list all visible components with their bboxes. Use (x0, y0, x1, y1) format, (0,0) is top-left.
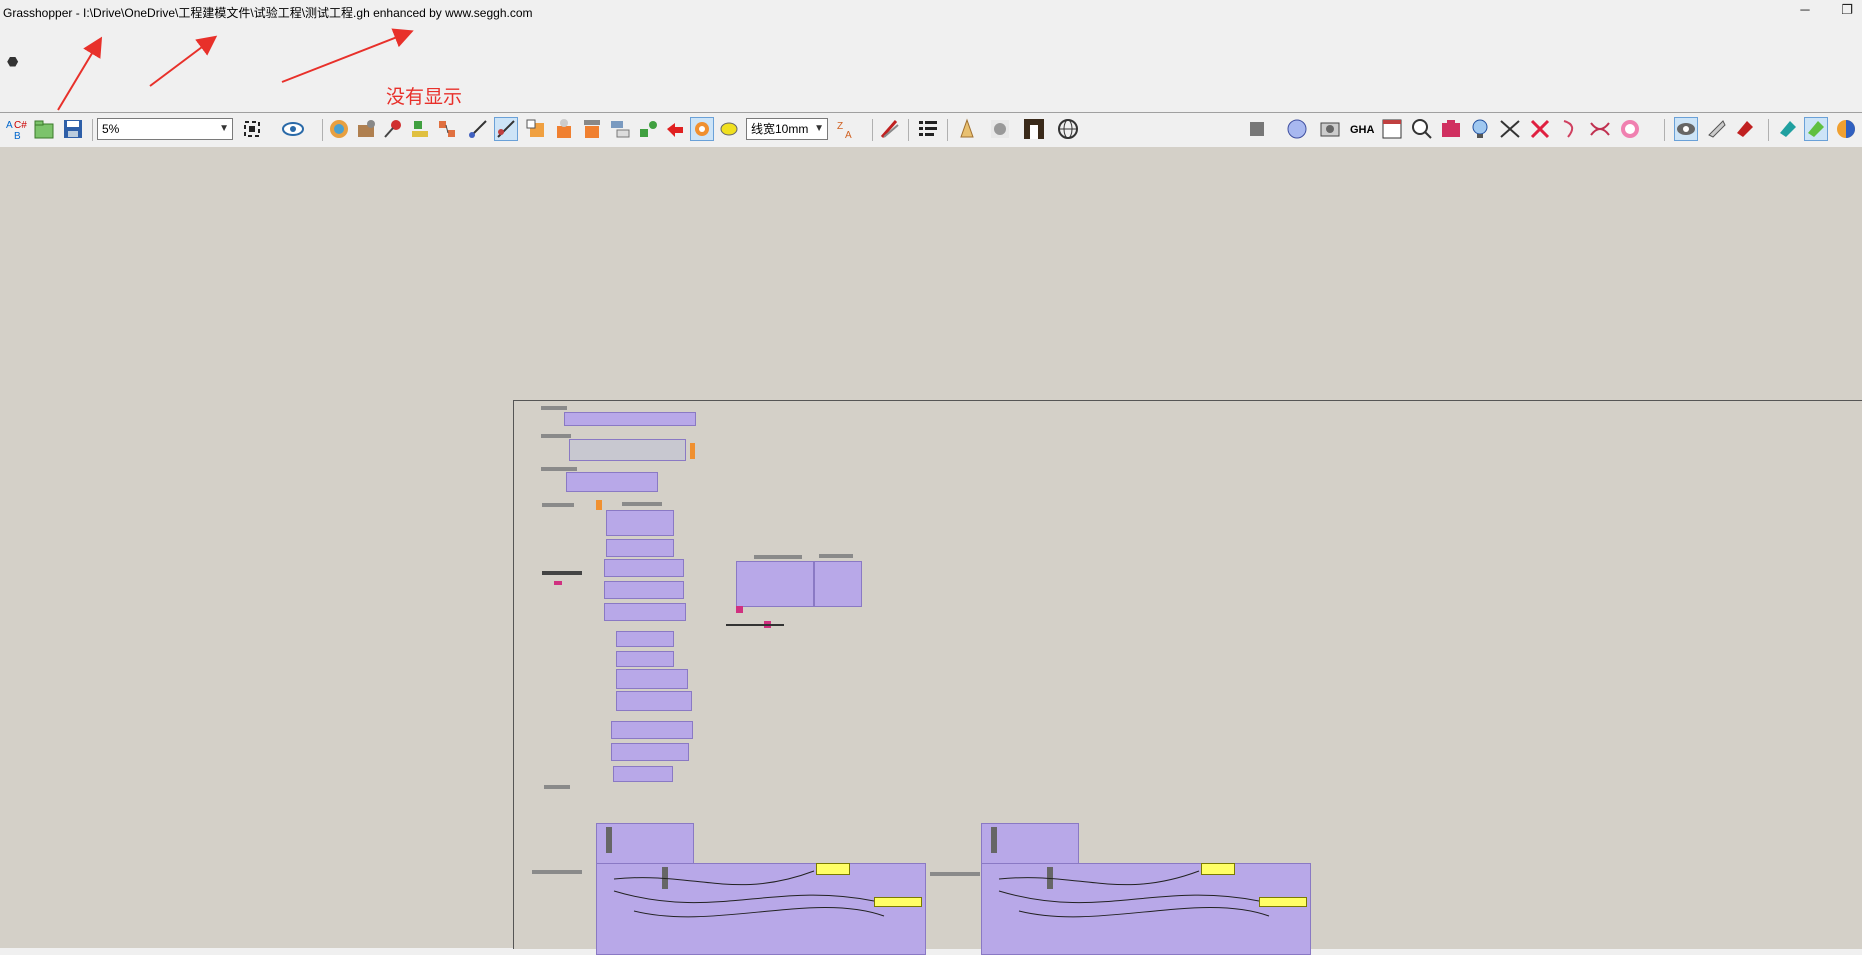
chevron-down-icon: ▼ (219, 123, 229, 134)
cat-component-icon[interactable] (327, 117, 351, 141)
list-icon[interactable] (916, 117, 940, 141)
network-icon[interactable] (608, 117, 632, 141)
param-icon[interactable] (552, 117, 576, 141)
gha-icon[interactable]: GHA (1350, 117, 1375, 141)
black-box-icon[interactable] (1022, 117, 1046, 141)
line-width-value: 线宽10mm (751, 122, 809, 136)
svg-text:Z: Z (837, 121, 843, 132)
target-icon[interactable] (1618, 117, 1642, 141)
shaded-icon[interactable] (1705, 117, 1729, 141)
eye-preview-icon[interactable] (1674, 117, 1698, 141)
annotation-arrow (281, 28, 414, 83)
cloud-icon[interactable] (580, 117, 604, 141)
refresh-icon[interactable] (663, 117, 687, 141)
group-icon[interactable] (524, 117, 548, 141)
scissors-icon[interactable] (1498, 117, 1522, 141)
svg-text:A: A (845, 130, 852, 141)
open-file-icon[interactable] (32, 117, 56, 141)
green-icon[interactable] (1804, 117, 1828, 141)
stop-icon[interactable] (1245, 117, 1269, 141)
cat-tool-icon[interactable] (354, 117, 378, 141)
chevron-down-icon: ▼ (814, 123, 824, 134)
wire-tool-icon[interactable] (466, 117, 490, 141)
save-file-icon[interactable] (61, 117, 85, 141)
sphere-icon[interactable] (1285, 117, 1309, 141)
window-icon[interactable] (1380, 117, 1404, 141)
package-icon[interactable] (1439, 117, 1463, 141)
hook-icon[interactable] (1558, 117, 1582, 141)
red-arrow-icon[interactable] (1528, 117, 1552, 141)
brush-icon[interactable] (878, 117, 902, 141)
zoom-extents-icon[interactable] (240, 117, 264, 141)
svg-text:B: B (14, 131, 21, 141)
svg-text:GHA: GHA (1350, 124, 1375, 136)
search-s-icon[interactable] (1410, 117, 1434, 141)
annotation-arrows (57, 28, 414, 111)
pin-icon[interactable] (381, 117, 405, 141)
line-width-dropdown[interactable]: 线宽10mm ▼ (746, 118, 828, 140)
camera-icon[interactable] (1318, 117, 1342, 141)
color-ball-icon[interactable] (1834, 117, 1858, 141)
tree-icon[interactable] (636, 117, 660, 141)
zoom-value: 5% (102, 122, 120, 136)
preview-eye-icon[interactable] (281, 117, 305, 141)
cat-portrait-icon[interactable] (988, 117, 1012, 141)
swap-icon[interactable] (1588, 117, 1612, 141)
bulb-icon[interactable] (1468, 117, 1492, 141)
svg-text:C#: C# (14, 120, 27, 131)
teal-icon[interactable] (1776, 117, 1800, 141)
yellow-marker-icon[interactable] (717, 117, 741, 141)
sort-icon[interactable]: ZA (834, 117, 858, 141)
annotation-arrow (149, 35, 218, 87)
globe-icon[interactable] (1056, 117, 1080, 141)
red-shape-icon[interactable] (1733, 117, 1757, 141)
selected-tool-icon[interactable] (494, 117, 518, 141)
wires (613, 870, 1270, 918)
bake-icon[interactable] (408, 117, 432, 141)
svg-text:A: A (6, 120, 13, 131)
csharp-script-icon[interactable]: A C# B (4, 117, 28, 142)
document-region[interactable] (513, 400, 1862, 955)
settings-gear-icon[interactable] (690, 117, 714, 141)
cat-face-icon[interactable] (955, 117, 979, 141)
zoom-dropdown[interactable]: 5% ▼ (97, 118, 233, 140)
annotation-label: 没有显示 (386, 87, 463, 108)
annotation-arrow (57, 36, 103, 111)
toolbar: A C# B 5% ▼ 线宽10mm ▼ ZA GHA (0, 112, 1862, 148)
cluster-icon[interactable] (435, 117, 459, 141)
